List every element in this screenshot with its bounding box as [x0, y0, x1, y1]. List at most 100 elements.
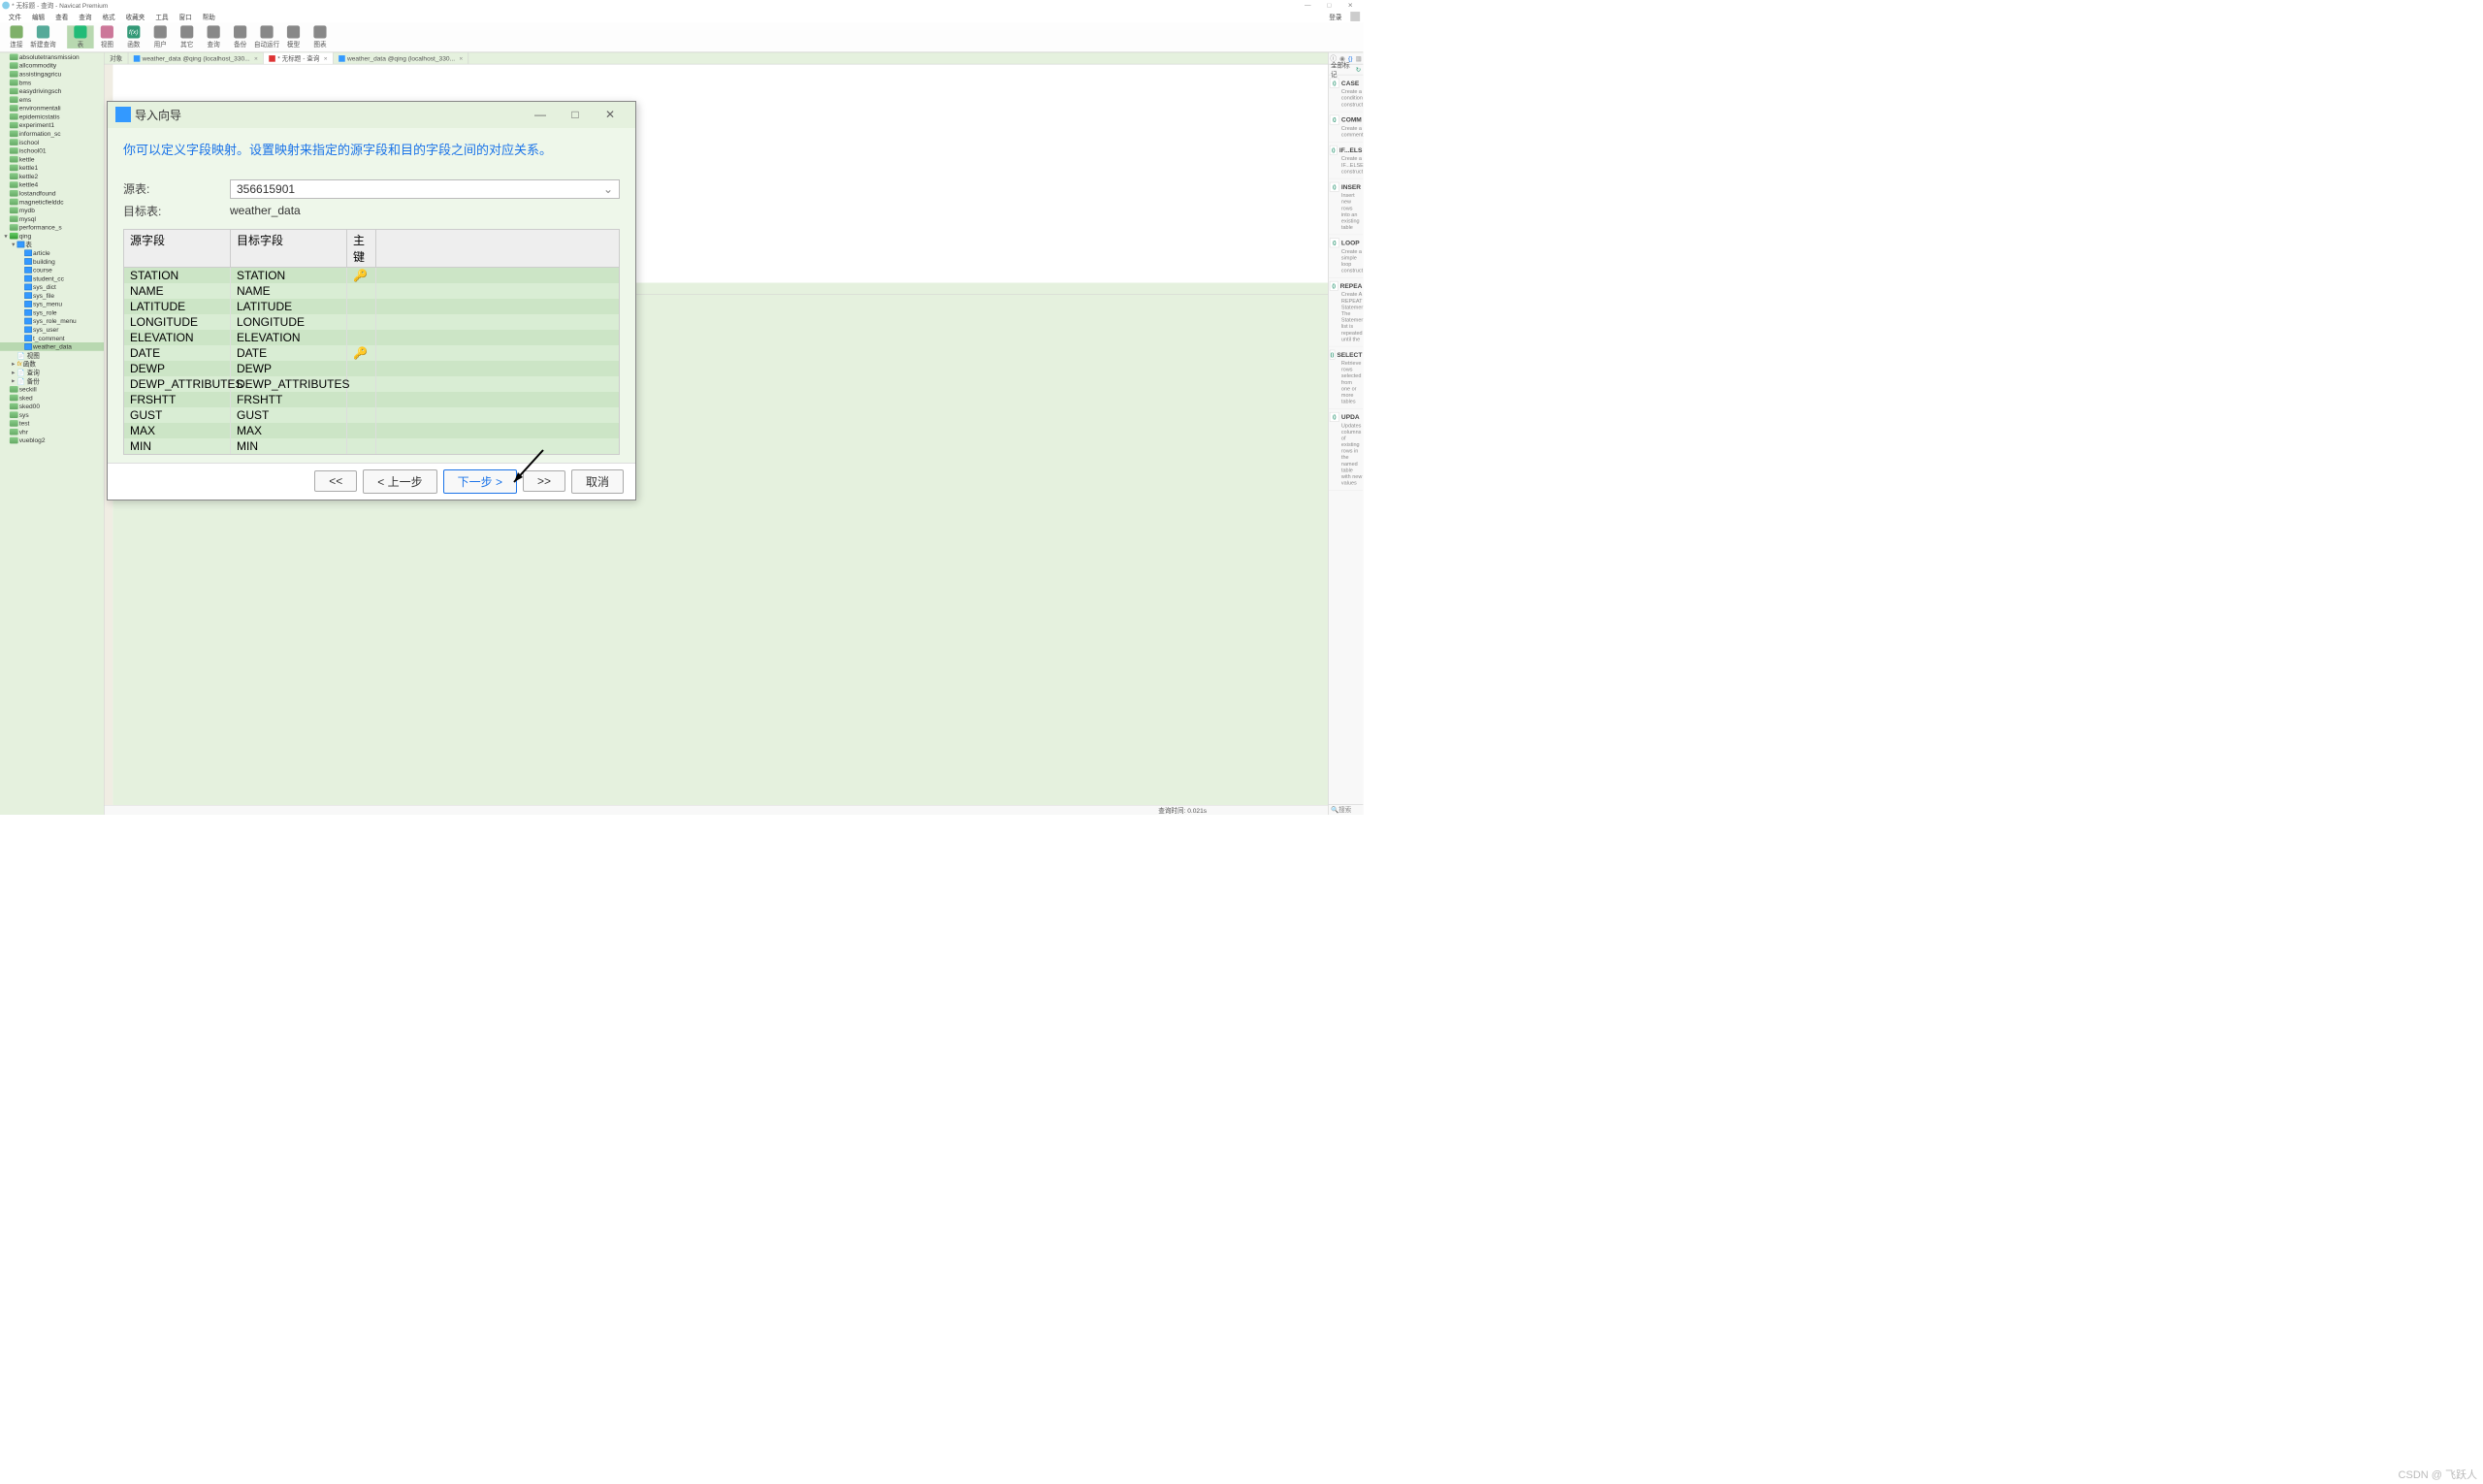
views-node[interactable]: 📄 视图 [0, 351, 104, 360]
db-item[interactable]: bms [0, 79, 104, 87]
tb-backup[interactable]: 备份 [227, 25, 253, 48]
table-item[interactable]: student_cc [0, 274, 104, 283]
panel-icon[interactable]: ▥ [1356, 54, 1362, 62]
db-item[interactable]: information_sc [0, 129, 104, 138]
menu-tool[interactable]: 工具 [150, 12, 174, 20]
tables-node[interactable]: ▾表 [0, 241, 104, 249]
table-item[interactable]: building [0, 257, 104, 266]
menu-help[interactable]: 帮助 [197, 12, 220, 20]
field-mapping-grid[interactable]: 源字段 目标字段 主键 STATIONSTATION🔑NAMENAMELATIT… [123, 229, 620, 455]
tb-newquery[interactable]: 新建查询 [30, 25, 56, 48]
menu-view[interactable]: 查看 [50, 12, 74, 20]
db-item[interactable]: sked00 [0, 402, 104, 410]
dialog-maximize[interactable]: □ [558, 108, 593, 121]
tb-chart[interactable]: 图表 [306, 25, 333, 48]
table-item[interactable]: weather_data [0, 342, 104, 351]
dialog-close[interactable]: ✕ [593, 108, 628, 121]
table-item[interactable]: sys_user [0, 325, 104, 334]
db-item[interactable]: performance_s [0, 223, 104, 232]
db-item[interactable]: absolutetransmission [0, 52, 104, 61]
mapping-row[interactable]: LATITUDELATITUDE [124, 299, 619, 314]
minimize-button[interactable]: — [1297, 2, 1318, 10]
db-item[interactable]: kettle [0, 155, 104, 164]
close-icon[interactable]: × [254, 54, 258, 62]
mapping-row[interactable]: STATIONSTATION🔑 [124, 268, 619, 283]
table-item[interactable]: sys_menu [0, 300, 104, 308]
db-item[interactable]: kettle2 [0, 172, 104, 180]
mapping-row[interactable]: FRSHTTFRSHTT [124, 392, 619, 407]
close-icon[interactable]: × [324, 54, 328, 62]
db-item[interactable]: kettle1 [0, 164, 104, 173]
db-item[interactable]: mysql [0, 214, 104, 223]
tab-weather2[interactable]: weather_data @qing (localhost_330...× [334, 52, 469, 64]
tb-view[interactable]: 视图 [94, 25, 120, 48]
close-icon[interactable]: × [459, 54, 463, 62]
snippet-item[interactable]: ()UPDAUpdates columns of existing rows i… [1329, 409, 1364, 491]
tb-model[interactable]: 模型 [280, 25, 306, 48]
mapping-row[interactable]: NAMENAME [124, 283, 619, 299]
table-item[interactable]: sys_file [0, 291, 104, 300]
queries-node[interactable]: ▸📄 查询 [0, 368, 104, 376]
db-item[interactable]: ems [0, 95, 104, 104]
menu-query[interactable]: 查询 [74, 12, 97, 20]
tab-untitled[interactable]: * 无标题 - 查询× [264, 52, 334, 64]
snippet-item[interactable]: ()IF...ELSCreate a IF...ELSE construct [1329, 143, 1364, 179]
mapping-row[interactable]: DEWPDEWP [124, 361, 619, 376]
btn-first[interactable]: << [314, 470, 357, 492]
table-item[interactable]: t_comment [0, 334, 104, 342]
db-item[interactable]: sys [0, 410, 104, 419]
db-item[interactable]: test [0, 419, 104, 428]
db-item[interactable]: allcommodity [0, 61, 104, 70]
tb-query[interactable]: 查询 [200, 25, 226, 48]
snippet-item[interactable]: ()CASECreate a condition construct [1329, 75, 1364, 112]
snippet-item[interactable]: ()LOOPCreate a simple loop construct [1329, 235, 1364, 277]
menu-file[interactable]: 文件 [3, 12, 26, 20]
table-item[interactable]: article [0, 248, 104, 257]
tab-weather1[interactable]: weather_data @qing (localhost_330...× [128, 52, 264, 64]
mapping-row[interactable]: GUSTGUST [124, 407, 619, 423]
tb-function[interactable]: f(x)函数 [120, 25, 146, 48]
login-link[interactable]: 登录 [1324, 12, 1347, 20]
menu-window[interactable]: 窗口 [174, 12, 197, 20]
mapping-row[interactable]: ELEVATIONELEVATION [124, 330, 619, 345]
mapping-row[interactable]: MAXMAX [124, 423, 619, 438]
db-item[interactable]: epidemicstatis [0, 113, 104, 121]
table-item[interactable]: sys_role [0, 308, 104, 317]
db-item[interactable]: assistingagricu [0, 70, 104, 79]
db-item[interactable]: environmentali [0, 104, 104, 113]
table-item[interactable]: course [0, 266, 104, 274]
db-item[interactable]: seckill [0, 385, 104, 394]
db-item[interactable]: ischool01 [0, 146, 104, 155]
backup-node[interactable]: ▸📄 备份 [0, 376, 104, 385]
table-item[interactable]: sys_role_menu [0, 317, 104, 326]
dialog-minimize[interactable]: — [523, 108, 558, 121]
mapping-row[interactable]: DATEDATE🔑 [124, 345, 619, 361]
db-item-active[interactable]: ▾qing [0, 232, 104, 241]
tab-objects[interactable]: 对象 [105, 52, 129, 64]
db-item[interactable]: magneticfielddc [0, 198, 104, 207]
menu-favorite[interactable]: 收藏夹 [120, 12, 150, 20]
snippet-item[interactable]: ()REPEACreate A REPEAT Statement. The St… [1329, 278, 1364, 347]
btn-cancel[interactable]: 取消 [571, 469, 624, 494]
source-table-select[interactable]: 356615901⌄ [230, 179, 620, 199]
menu-edit[interactable]: 编辑 [26, 12, 49, 20]
db-item[interactable]: mydb [0, 206, 104, 214]
db-item[interactable]: sked [0, 394, 104, 403]
maximize-button[interactable]: □ [1318, 2, 1339, 10]
snippet-item[interactable]: ()COMMCreate a comment [1329, 112, 1364, 142]
tb-user[interactable]: 用户 [147, 25, 174, 48]
search-placeholder[interactable]: 搜索 [1338, 805, 1351, 814]
mapping-row[interactable]: LONGITUDELONGITUDE [124, 314, 619, 330]
navigator[interactable]: absolutetransmissionallcommodityassistin… [0, 52, 105, 815]
snippet-item[interactable]: ()INSERInsert new rows into an existing … [1329, 178, 1364, 235]
db-item[interactable]: kettle4 [0, 180, 104, 189]
functions-node[interactable]: ▸fx函数 [0, 360, 104, 369]
tb-auto[interactable]: 自动运行 [253, 25, 279, 48]
db-item[interactable]: lostandfound [0, 189, 104, 198]
snippet-item[interactable]: ()SELECTRetrieve rows selected from one … [1329, 346, 1364, 408]
table-item[interactable]: sys_dict [0, 283, 104, 292]
tb-connect[interactable]: 连接 [3, 25, 29, 48]
tb-other[interactable]: 其它 [174, 25, 200, 48]
btn-next[interactable]: 下一步 > [443, 469, 517, 494]
db-item[interactable]: experiment1 [0, 121, 104, 130]
